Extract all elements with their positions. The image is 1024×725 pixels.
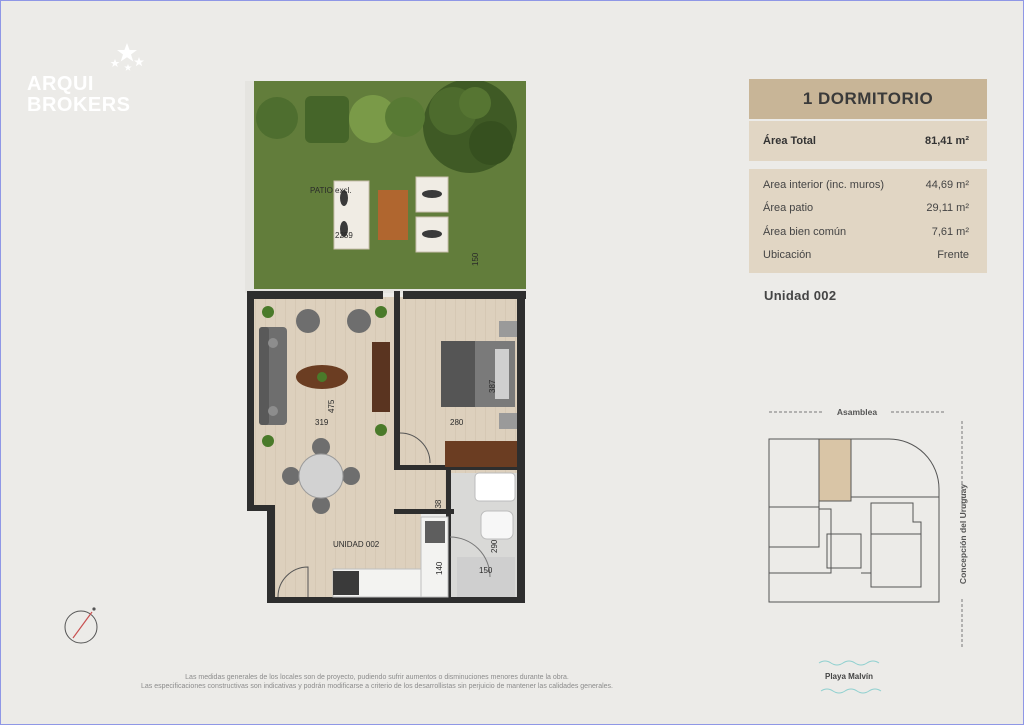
- dim-kitchen: 140: [435, 561, 444, 575]
- tree-icon: [423, 81, 517, 173]
- dim-living-width: 319: [315, 418, 329, 427]
- patio-label: PATIO excl.: [310, 186, 352, 195]
- unit-plan-label: UNIDAD 002: [333, 540, 380, 549]
- unit-info-card: 1 DORMITORIO Área Total 81,41 m² Area in…: [749, 79, 987, 273]
- unit-type-title: 1 DORMITORIO: [749, 79, 987, 119]
- unit-number: Unidad 002: [764, 288, 837, 303]
- detail-value: Frente: [937, 249, 969, 262]
- compass-icon: [64, 607, 98, 644]
- brand-line-1: ARQUI: [27, 73, 94, 95]
- detail-label: Área patio: [763, 202, 814, 215]
- detail-row-common: Área bien común 7,61 m²: [763, 220, 969, 244]
- area-details: Area interior (inc. muros) 44,69 m² Área…: [749, 169, 987, 273]
- dim-bedroom-width: 280: [450, 418, 464, 427]
- floor-plan: PATIO excl. 2259 150 475 319 280 387 290…: [245, 81, 526, 603]
- sofa-icon: [259, 327, 287, 425]
- detail-label: Area interior (inc. muros): [763, 178, 885, 191]
- dim-patio-width: 2259: [335, 231, 353, 240]
- shrub-icon: [256, 95, 425, 143]
- bed-icon: [441, 341, 515, 407]
- stars-icon: [110, 43, 144, 71]
- total-area-row: Área Total 81,41 m²: [749, 121, 987, 161]
- floor-plan-sheet: ARQUI BROKERS PATIO excl. 2259 150 475 3…: [0, 0, 1024, 725]
- total-area-value: 81,41 m²: [924, 135, 969, 147]
- detail-label: Ubicación: [763, 249, 812, 262]
- total-area-label: Área Total: [763, 135, 816, 147]
- detail-label: Área bien común: [763, 225, 847, 238]
- building-outline: [768, 438, 940, 603]
- detail-value: 44,69 m²: [925, 178, 969, 191]
- disclaimer-line-1: Las medidas generales de los locales son…: [185, 674, 569, 681]
- detail-row-interior: Area interior (inc. muros) 44,69 m²: [763, 173, 969, 197]
- brand-logo: ARQUI BROKERS: [27, 41, 157, 121]
- dim-living-depth: 475: [327, 399, 336, 413]
- street-top-label: Asamblea: [837, 407, 877, 417]
- dim-bed-length: 387: [488, 379, 497, 393]
- detail-value: 7,61 m²: [931, 225, 969, 238]
- detail-row-location: Ubicación Frente: [763, 244, 969, 268]
- disclaimer-line-2: Las especificaciones constructivas son i…: [141, 683, 613, 690]
- key-plan: Asamblea Concepción del Uruguay Playa Ma…: [768, 407, 968, 694]
- dim-passage: 138: [434, 499, 443, 513]
- patio-area: PATIO excl. 2259 150: [245, 81, 526, 293]
- detail-row-patio: Área patio 29,11 m²: [763, 197, 969, 221]
- dim-bath-width: 150: [479, 566, 493, 575]
- disclaimer: Las medidas generales de los locales son…: [101, 673, 653, 691]
- dim-patio-depth: 150: [471, 252, 480, 266]
- dim-bath-depth: 290: [490, 539, 499, 553]
- street-side-label: Concepción del Uruguay: [958, 484, 968, 584]
- detail-value: 29,11 m²: [926, 202, 969, 215]
- beach-label: Playa Malvín: [825, 672, 873, 681]
- brand-line-2: BROKERS: [27, 94, 131, 116]
